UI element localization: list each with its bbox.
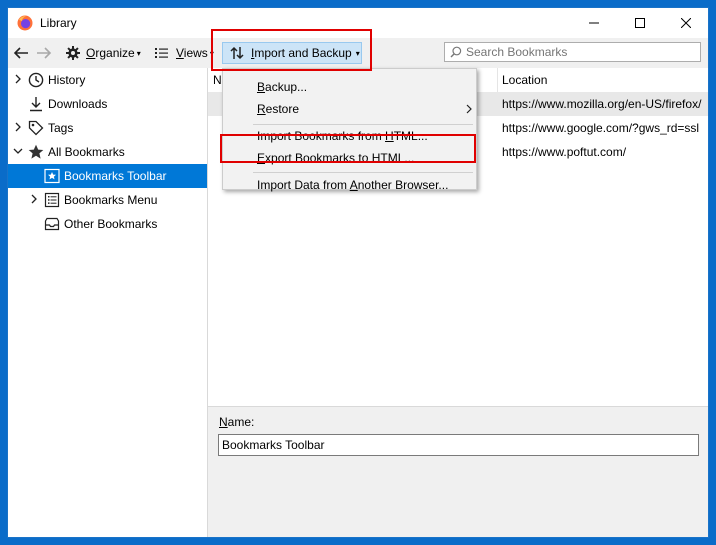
maximize-button[interactable] <box>617 8 663 38</box>
sidebar-item-label: History <box>48 73 86 87</box>
column-header-location[interactable]: Location <box>502 73 547 87</box>
details-pane: Name: Bookmarks Toolbar <box>208 406 708 537</box>
sidebar-item-downloads[interactable]: Downloads <box>8 92 207 116</box>
sidebar-item-label: Downloads <box>48 97 108 111</box>
library-window: Library Organize ▾ Views ▾ Import and Ba… <box>7 7 709 538</box>
menu-item-label: Restore <box>257 102 300 116</box>
sidebar-item-other-bookmarks[interactable]: Other Bookmarks <box>8 212 207 236</box>
minimize-icon <box>589 22 599 24</box>
chevron-right-icon[interactable] <box>30 194 40 207</box>
sidebar-item-all-bookmarks[interactable]: All Bookmarks <box>8 140 207 164</box>
window-title: Library <box>40 16 77 30</box>
search-input[interactable] <box>466 45 691 59</box>
row-location: https://www.google.com/?gws_rd=ssl <box>502 121 700 135</box>
back-arrow-icon <box>13 47 28 59</box>
download-icon <box>30 97 42 112</box>
close-button[interactable] <box>663 8 709 38</box>
forward-arrow-icon <box>37 47 52 59</box>
highlight-box-import-backup <box>211 29 372 71</box>
gear-icon <box>66 46 80 60</box>
chevron-right-icon[interactable] <box>14 74 24 87</box>
sidebar-item-label: Bookmarks Menu <box>64 193 158 207</box>
sidebar-item-label: Tags <box>48 121 74 135</box>
menu-item-label: Backup... <box>257 80 308 94</box>
name-field[interactable]: Bookmarks Toolbar <box>218 434 699 456</box>
row-location: https://www.mozilla.org/en-US/firefox/ <box>502 97 702 111</box>
firefox-icon <box>17 15 33 31</box>
row-location: https://www.poftut.com/ <box>502 145 627 159</box>
chevron-down-icon[interactable] <box>13 147 23 158</box>
column-divider[interactable] <box>497 68 498 92</box>
chevron-right-icon <box>466 104 472 114</box>
column-header-name[interactable]: N <box>213 73 222 87</box>
name-label: Name: <box>219 415 255 429</box>
close-icon <box>681 18 691 28</box>
sidebar-item-tags[interactable]: Tags <box>8 116 207 140</box>
views-list-icon <box>155 48 168 58</box>
highlight-box-export-html <box>220 134 476 163</box>
organize-label: Organize <box>86 46 135 60</box>
clock-icon <box>28 72 44 88</box>
sidebar-item-bookmarks-toolbar[interactable]: Bookmarks Toolbar <box>8 164 207 188</box>
forward-button <box>35 42 53 64</box>
sidebar-item-label: Other Bookmarks <box>64 217 158 231</box>
tag-icon <box>28 120 44 136</box>
bookmarks-toolbar-icon <box>44 168 60 184</box>
minimize-button[interactable] <box>571 8 617 38</box>
menu-item-label: Import Data from Another Browser... <box>257 178 449 192</box>
menu-separator <box>253 172 473 173</box>
sidebar-item-label: All Bookmarks <box>48 145 125 159</box>
sidebar-item-bookmarks-menu[interactable]: Bookmarks Menu <box>8 188 207 212</box>
views-button[interactable]: Views ▾ <box>154 42 214 64</box>
import-backup-menu: Backup... Restore Import Bookmarks from … <box>222 68 477 192</box>
menu-item-import-browser[interactable]: Import Data from Another Browser... <box>225 175 474 195</box>
views-label: Views <box>176 46 208 60</box>
chevron-right-icon[interactable] <box>14 122 24 135</box>
bookmarks-menu-icon <box>44 192 60 208</box>
organize-button[interactable]: Organize ▾ <box>65 42 141 64</box>
menu-item-restore[interactable]: Restore <box>225 98 474 120</box>
menu-item-backup[interactable]: Backup... <box>225 76 474 98</box>
star-icon <box>28 144 44 159</box>
name-input-value: Bookmarks Toolbar <box>222 438 325 452</box>
search-icon <box>450 46 462 58</box>
sidebar-item-history[interactable]: History <box>8 68 207 92</box>
maximize-icon <box>635 18 645 28</box>
chevron-down-icon: ▾ <box>136 48 141 58</box>
search-field[interactable] <box>444 42 701 62</box>
back-button[interactable] <box>12 42 30 64</box>
sidebar-item-label: Bookmarks Toolbar <box>64 169 167 183</box>
folder-icon <box>44 217 60 231</box>
sidebar-tree: History Downloads Tags All Bookmarks Boo… <box>8 68 208 537</box>
